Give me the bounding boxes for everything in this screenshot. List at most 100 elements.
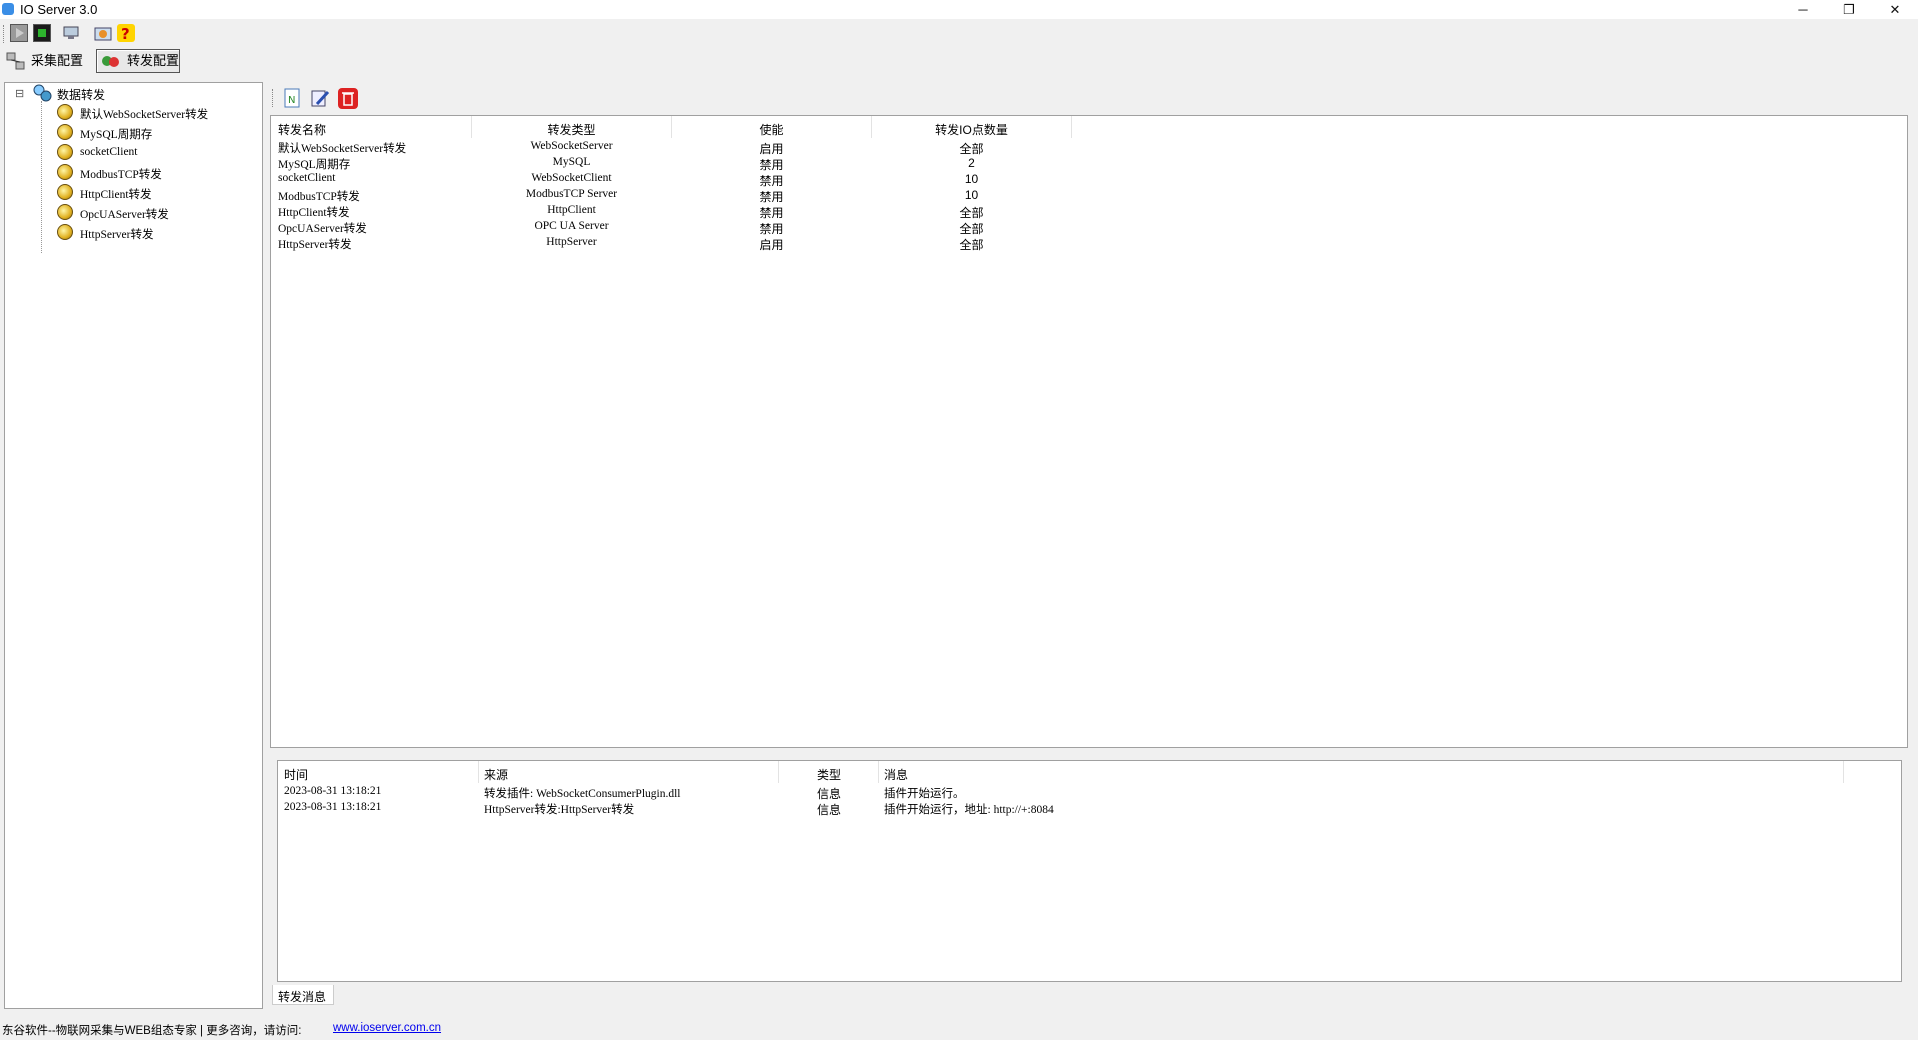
table-row[interactable]: HttpServer转发 HttpServer 启用 全部 bbox=[271, 236, 1907, 252]
log-table: 时间 来源 类型 消息 2023-08-31 13:18:21 转发插件: We… bbox=[277, 760, 1902, 982]
cell-io-count: 10 bbox=[964, 188, 979, 202]
tree-item-websocketserver[interactable]: 默认WebSocketServer转发 bbox=[80, 106, 208, 122]
restore-button[interactable]: ❐ bbox=[1826, 0, 1872, 19]
col-forward-type[interactable]: 转发类型 bbox=[472, 121, 671, 138]
tree-node-icon bbox=[57, 164, 73, 180]
app-icon bbox=[2, 3, 14, 15]
log-row[interactable]: 2023-08-31 13:18:21 转发插件: WebSocketConsu… bbox=[278, 785, 1901, 801]
table-row[interactable]: OpcUAServer转发 OPC UA Server 禁用 全部 bbox=[271, 220, 1907, 236]
column-separator[interactable] bbox=[1071, 116, 1072, 138]
export-icon[interactable] bbox=[94, 24, 112, 42]
title-bar: IO Server 3.0 ─ ❐ ✕ bbox=[0, 0, 1918, 19]
column-separator[interactable] bbox=[878, 761, 879, 783]
cell-name: 默认WebSocketServer转发 bbox=[278, 143, 407, 155]
tab-forward-messages-label: 转发消息 bbox=[278, 990, 327, 1004]
col-io-count[interactable]: 转发IO点数量 bbox=[872, 121, 1071, 138]
forward-table: 转发名称 转发类型 使能 转发IO点数量 默认WebSocketServer转发… bbox=[270, 115, 1908, 748]
cell-enable: 禁用 bbox=[759, 222, 784, 236]
main-toolbar-grip bbox=[272, 89, 275, 107]
col-enable[interactable]: 使能 bbox=[672, 121, 871, 138]
cell-io-count: 全部 bbox=[959, 222, 984, 236]
col-message[interactable]: 消息 bbox=[884, 766, 908, 783]
cell-enable: 禁用 bbox=[759, 206, 784, 220]
col-source[interactable]: 来源 bbox=[484, 766, 508, 783]
help-icon[interactable]: ? bbox=[117, 24, 135, 43]
network-icon bbox=[6, 52, 26, 70]
splitter[interactable] bbox=[270, 750, 1908, 756]
stop-icon[interactable] bbox=[33, 24, 51, 42]
table-row[interactable]: 默认WebSocketServer转发 WebSocketServer 启用 全… bbox=[271, 140, 1907, 156]
collapse-toggle[interactable]: ⊟ bbox=[15, 87, 24, 100]
cell-io-count: 全部 bbox=[959, 238, 984, 252]
cell-enable: 启用 bbox=[759, 142, 784, 156]
window-title: IO Server 3.0 bbox=[20, 2, 98, 17]
tree-item-mysql[interactable]: MySQL周期存 bbox=[80, 126, 152, 142]
cell-source: HttpServer转发:HttpServer转发 bbox=[484, 804, 635, 816]
log-row[interactable]: 2023-08-31 13:18:21 HttpServer转发:HttpSer… bbox=[278, 801, 1901, 817]
tree-node-icon bbox=[57, 204, 73, 220]
forward-root-icon bbox=[32, 84, 52, 102]
cell-enable: 禁用 bbox=[759, 158, 784, 172]
cell-name: ModbusTCP转发 bbox=[278, 191, 360, 203]
cell-type: 信息 bbox=[817, 787, 842, 801]
tree-item-opcuaserver[interactable]: OpcUAServer转发 bbox=[80, 206, 169, 222]
tree-node-icon bbox=[57, 104, 73, 120]
cell-type: HttpClient bbox=[547, 204, 596, 216]
forward-tree: ⊟ 数据转发 默认WebSocketServer转发 MySQL周期存 sock… bbox=[4, 82, 263, 1009]
status-bar: 东谷软件--物联网采集与WEB组态专家 | 更多咨询，请访问: www.iose… bbox=[0, 1018, 1918, 1040]
table-row[interactable]: MySQL周期存 MySQL 禁用 2 bbox=[271, 156, 1907, 172]
col-type[interactable]: 类型 bbox=[817, 766, 841, 783]
column-separator[interactable] bbox=[1843, 761, 1844, 783]
log-header: 时间 来源 类型 消息 bbox=[278, 761, 1901, 783]
col-forward-name[interactable]: 转发名称 bbox=[278, 121, 326, 138]
column-separator[interactable] bbox=[478, 761, 479, 783]
column-separator[interactable] bbox=[778, 761, 779, 783]
close-button[interactable]: ✕ bbox=[1872, 0, 1918, 19]
minimize-button[interactable]: ─ bbox=[1780, 0, 1826, 19]
cell-io-count: 10 bbox=[964, 172, 979, 186]
new-icon[interactable]: N bbox=[283, 88, 301, 108]
delete-icon[interactable] bbox=[338, 88, 358, 109]
table-row[interactable]: socketClient WebSocketClient 禁用 10 bbox=[271, 172, 1907, 188]
cell-message: 插件开始运行，地址: http://+:8084 bbox=[884, 804, 1054, 816]
tree-node-icon bbox=[57, 124, 73, 140]
col-time[interactable]: 时间 bbox=[284, 766, 308, 783]
cell-io-count: 2 bbox=[968, 156, 975, 170]
tab-collect-config[interactable]: 采集配置 bbox=[27, 50, 87, 72]
cell-name: HttpServer转发 bbox=[278, 239, 352, 251]
cell-type: OPC UA Server bbox=[534, 220, 609, 232]
cell-enable: 禁用 bbox=[759, 174, 784, 188]
tree-item-httpclient[interactable]: HttpClient转发 bbox=[80, 186, 152, 202]
tree-node-icon bbox=[57, 224, 73, 240]
cell-enable: 禁用 bbox=[759, 190, 784, 204]
status-text: 东谷软件--物联网采集与WEB组态专家 | 更多咨询，请访问: bbox=[2, 1025, 302, 1037]
tree-node-icon bbox=[57, 144, 73, 160]
run-icon[interactable] bbox=[10, 24, 28, 42]
cell-type: WebSocketClient bbox=[531, 172, 612, 184]
tree-item-socketclient[interactable]: socketClient bbox=[80, 146, 138, 158]
cell-type: WebSocketServer bbox=[530, 140, 613, 152]
tree-item-modbustcp[interactable]: ModbusTCP转发 bbox=[80, 166, 162, 182]
edit-icon[interactable] bbox=[310, 88, 330, 108]
cell-name: HttpClient转发 bbox=[278, 207, 350, 219]
cell-name: socketClient bbox=[278, 172, 336, 184]
cell-enable: 启用 bbox=[759, 238, 784, 252]
cell-time: 2023-08-31 13:18:21 bbox=[284, 801, 382, 813]
cell-type: HttpServer bbox=[546, 236, 597, 248]
cell-type: MySQL bbox=[552, 156, 591, 168]
svg-text:N: N bbox=[288, 95, 295, 106]
monitor-icon[interactable] bbox=[62, 24, 80, 42]
svg-text:?: ? bbox=[121, 25, 130, 42]
tree-root-label[interactable]: 数据转发 bbox=[57, 86, 105, 103]
website-link[interactable]: www.ioserver.com.cn bbox=[333, 1022, 441, 1034]
cell-name: OpcUAServer转发 bbox=[278, 223, 367, 235]
toolbar-grip bbox=[3, 25, 6, 43]
table-row[interactable]: HttpClient转发 HttpClient 禁用 全部 bbox=[271, 204, 1907, 220]
table-row[interactable]: ModbusTCP转发 ModbusTCP Server 禁用 10 bbox=[271, 188, 1907, 204]
cell-type: 信息 bbox=[817, 803, 842, 817]
forward-config-icon bbox=[101, 53, 121, 69]
tree-item-httpserver[interactable]: HttpServer转发 bbox=[80, 226, 153, 242]
tab-forward-config[interactable]: 转发配置 bbox=[123, 50, 183, 72]
tab-forward-messages[interactable]: 转发消息 bbox=[272, 985, 334, 1005]
cell-message: 插件开始运行。 bbox=[884, 788, 965, 800]
